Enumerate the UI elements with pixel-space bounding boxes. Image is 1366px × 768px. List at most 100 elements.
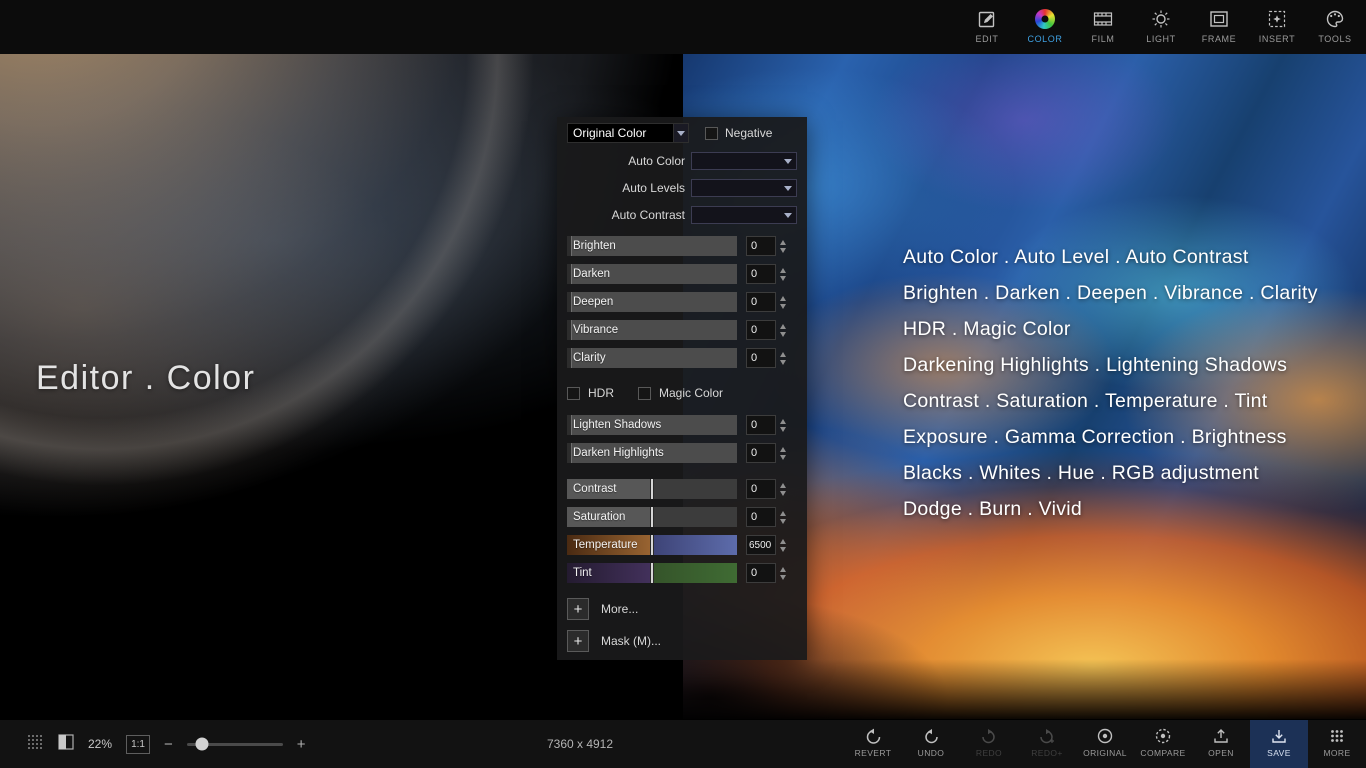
saturation-value[interactable]: 0 bbox=[746, 507, 776, 527]
actual-size-button[interactable]: 1:1 bbox=[126, 735, 150, 754]
contrast-value[interactable]: 0 bbox=[746, 479, 776, 499]
tint-slider[interactable]: Tint bbox=[567, 563, 737, 583]
clarity-label: Clarity bbox=[573, 352, 606, 364]
color-wheel-icon bbox=[1034, 8, 1056, 30]
redo-icon bbox=[979, 725, 999, 747]
brighten-value[interactable]: 0 bbox=[746, 236, 776, 256]
tab-tools[interactable]: TOOLS bbox=[1306, 0, 1364, 54]
zoom-out-button[interactable]: − bbox=[164, 736, 173, 753]
saturation-label: Saturation bbox=[573, 511, 625, 523]
original-button[interactable]: ORIGINAL bbox=[1076, 720, 1134, 768]
lighten-shadows-stepper[interactable] bbox=[780, 415, 786, 435]
save-icon bbox=[1269, 725, 1289, 747]
deepen-stepper[interactable] bbox=[780, 292, 786, 312]
slider-handle[interactable] bbox=[567, 415, 572, 435]
contrast-slider[interactable]: Contrast bbox=[567, 479, 737, 499]
chevron-down-icon bbox=[784, 186, 792, 191]
darken-highlights-slider[interactable]: Darken Highlights bbox=[567, 443, 737, 463]
clarity-stepper[interactable] bbox=[780, 348, 786, 368]
redo-plus-button[interactable]: REDO+ bbox=[1018, 720, 1076, 768]
tab-edit[interactable]: EDIT bbox=[958, 0, 1016, 54]
undo-button[interactable]: UNDO bbox=[902, 720, 960, 768]
tab-film-label: FILM bbox=[1092, 34, 1115, 44]
lighten-shadows-value[interactable]: 0 bbox=[746, 415, 776, 435]
temperature-slider[interactable]: Temperature bbox=[567, 535, 737, 555]
slider-handle[interactable] bbox=[650, 563, 654, 583]
hdr-checkbox[interactable] bbox=[567, 387, 580, 400]
brighten-label: Brighten bbox=[573, 240, 616, 252]
brighten-slider[interactable]: Brighten bbox=[567, 236, 737, 256]
darken-value[interactable]: 0 bbox=[746, 264, 776, 284]
darken-highlights-value[interactable]: 0 bbox=[746, 443, 776, 463]
negative-checkbox[interactable] bbox=[705, 127, 718, 140]
contrast-stepper[interactable] bbox=[780, 479, 786, 499]
slider-handle[interactable] bbox=[650, 479, 654, 499]
slider-handle[interactable] bbox=[567, 443, 572, 463]
tab-color[interactable]: COLOR bbox=[1016, 0, 1074, 54]
chevron-down-icon bbox=[673, 124, 688, 142]
temperature-stepper[interactable] bbox=[780, 535, 786, 555]
auto-color-select[interactable] bbox=[691, 152, 797, 170]
magic-color-checkbox[interactable] bbox=[638, 387, 651, 400]
clarity-slider[interactable]: Clarity bbox=[567, 348, 737, 368]
slider-handle[interactable] bbox=[650, 535, 654, 555]
compare-icon bbox=[1153, 725, 1173, 747]
zoom-slider-handle[interactable] bbox=[196, 738, 209, 751]
vibrance-label: Vibrance bbox=[573, 324, 618, 336]
vibrance-slider[interactable]: Vibrance bbox=[567, 320, 737, 340]
zoom-in-button[interactable]: + bbox=[297, 736, 306, 753]
saturation-slider[interactable]: Saturation bbox=[567, 507, 737, 527]
brighten-stepper[interactable] bbox=[780, 236, 786, 256]
revert-button[interactable]: REVERT bbox=[844, 720, 902, 768]
darken-label: Darken bbox=[573, 268, 610, 280]
slider-handle[interactable] bbox=[567, 320, 572, 340]
saturation-stepper[interactable] bbox=[780, 507, 786, 527]
compare-button[interactable]: COMPARE bbox=[1134, 720, 1192, 768]
deepen-slider[interactable]: Deepen bbox=[567, 292, 737, 312]
chevron-down-icon bbox=[784, 159, 792, 164]
open-button[interactable]: OPEN bbox=[1192, 720, 1250, 768]
feature-line: HDR . Magic Color bbox=[903, 311, 1318, 347]
more-label: More... bbox=[601, 602, 638, 616]
deepen-value[interactable]: 0 bbox=[746, 292, 776, 312]
darken-slider[interactable]: Darken bbox=[567, 264, 737, 284]
tint-value[interactable]: 0 bbox=[746, 563, 776, 583]
tab-film[interactable]: FILM bbox=[1074, 0, 1132, 54]
temperature-value[interactable]: 6500 bbox=[746, 535, 776, 555]
top-menu-group: EDIT COLOR FILM LIGHT bbox=[958, 0, 1364, 54]
tab-light-label: LIGHT bbox=[1146, 34, 1176, 44]
zoom-slider[interactable] bbox=[187, 743, 283, 746]
clarity-value[interactable]: 0 bbox=[746, 348, 776, 368]
darken-highlights-stepper[interactable] bbox=[780, 443, 786, 463]
top-menu-bar: EDIT COLOR FILM LIGHT bbox=[0, 0, 1366, 54]
mask-button[interactable]: + bbox=[567, 630, 589, 652]
pixel-grid-icon[interactable] bbox=[26, 733, 44, 756]
revert-icon bbox=[863, 725, 883, 747]
feature-line: Darkening Highlights . Lightening Shadow… bbox=[903, 347, 1318, 383]
tab-light[interactable]: LIGHT bbox=[1132, 0, 1190, 54]
save-button[interactable]: SAVE bbox=[1250, 720, 1308, 768]
zoom-controls: 22% 1:1 − + bbox=[26, 720, 306, 768]
auto-contrast-select[interactable] bbox=[691, 206, 797, 224]
vibrance-stepper[interactable] bbox=[780, 320, 786, 340]
tint-stepper[interactable] bbox=[780, 563, 786, 583]
split-view-icon[interactable] bbox=[58, 734, 74, 755]
chevron-down-icon bbox=[784, 213, 792, 218]
slider-handle[interactable] bbox=[567, 348, 572, 368]
slider-handle[interactable] bbox=[567, 236, 572, 256]
slider-handle[interactable] bbox=[567, 292, 572, 312]
more-button[interactable]: + bbox=[567, 598, 589, 620]
slider-handle[interactable] bbox=[567, 264, 572, 284]
preset-dropdown[interactable]: Original Color bbox=[567, 123, 689, 143]
zoom-percent[interactable]: 22% bbox=[88, 737, 112, 751]
more-menu-button[interactable]: MORE bbox=[1308, 720, 1366, 768]
tab-frame[interactable]: FRAME bbox=[1190, 0, 1248, 54]
feature-list: Auto Color . Auto Level . Auto Contrast … bbox=[903, 239, 1318, 527]
slider-handle[interactable] bbox=[650, 507, 654, 527]
redo-button[interactable]: REDO bbox=[960, 720, 1018, 768]
darken-stepper[interactable] bbox=[780, 264, 786, 284]
vibrance-value[interactable]: 0 bbox=[746, 320, 776, 340]
auto-levels-select[interactable] bbox=[691, 179, 797, 197]
tab-insert[interactable]: INSERT bbox=[1248, 0, 1306, 54]
lighten-shadows-slider[interactable]: Lighten Shadows bbox=[567, 415, 737, 435]
